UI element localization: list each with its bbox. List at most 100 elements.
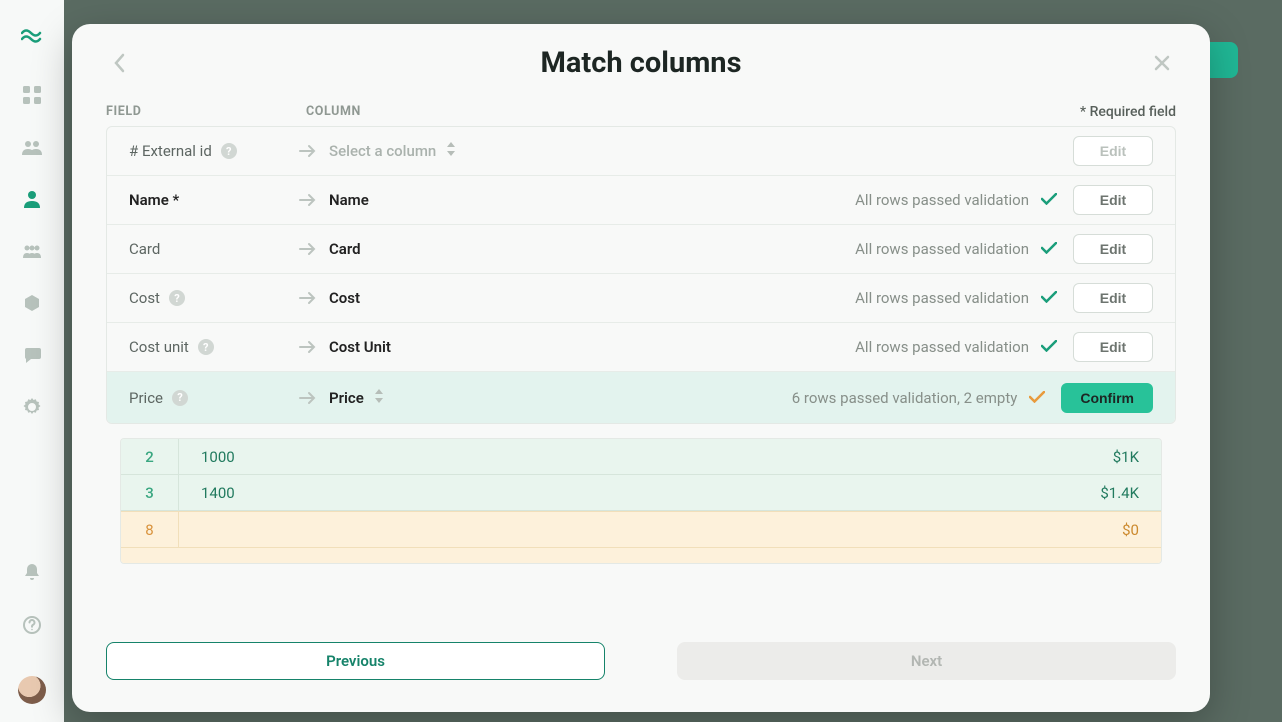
help-icon[interactable]: ? — [172, 390, 188, 406]
nav-dashboard-icon[interactable] — [21, 84, 43, 106]
edit-button[interactable]: Edit — [1073, 234, 1153, 264]
column-select[interactable]: Price — [329, 389, 629, 407]
edit-button[interactable]: Edit — [1073, 185, 1153, 215]
arrow-right-icon — [299, 391, 329, 405]
validation-status: All rows passed validation — [855, 289, 1057, 307]
help-icon[interactable]: ? — [169, 290, 185, 306]
column-select-text: Select a column — [329, 142, 436, 160]
mapping-row-external-id: # External id ? Select a column Edit — [107, 127, 1175, 176]
field-label-text: Card — [129, 240, 160, 258]
field-label-text: Price — [129, 389, 163, 407]
edit-button[interactable]: Edit — [1073, 332, 1153, 362]
edit-button[interactable]: Edit — [1073, 283, 1153, 313]
column-value-text: Card — [329, 240, 361, 258]
validation-text: All rows passed validation — [855, 338, 1029, 356]
check-icon — [1041, 338, 1057, 356]
arrow-right-icon — [299, 144, 329, 158]
arrow-right-icon — [299, 193, 329, 207]
nav-people-icon[interactable] — [21, 136, 43, 158]
validation-status: 6 rows passed validation, 2 empty — [792, 389, 1046, 407]
next-button[interactable]: Next — [677, 642, 1176, 680]
preview-row-formatted: $1K — [1071, 439, 1161, 474]
column-value: Card — [329, 240, 629, 258]
help-icon[interactable]: ? — [221, 143, 237, 159]
nav-chat-icon[interactable] — [21, 344, 43, 366]
app-logo-icon — [21, 28, 43, 48]
preview-row-formatted: $1.4K — [1071, 475, 1161, 510]
back-button[interactable] — [106, 49, 134, 77]
preview-row-number: 2 — [121, 439, 179, 474]
header-required-note: * Required field — [1080, 104, 1176, 120]
arrow-right-icon — [299, 242, 329, 256]
nav-settings-icon[interactable] — [21, 396, 43, 418]
nav-help-icon[interactable] — [21, 614, 43, 636]
preview-row: 3 1400 $1.4K — [121, 475, 1161, 511]
price-preview-table: 2 1000 $1K 3 1400 $1.4K 8 $0 — [120, 438, 1162, 564]
nav-notifications-icon[interactable] — [21, 562, 43, 584]
validation-text: 6 rows passed validation, 2 empty — [792, 389, 1018, 407]
confirm-button[interactable]: Confirm — [1061, 383, 1153, 413]
modal-title: Match columns — [541, 46, 742, 80]
field-label-text: Cost — [129, 289, 160, 307]
arrow-right-icon — [299, 340, 329, 354]
check-warn-icon — [1029, 389, 1045, 407]
validation-status: All rows passed validation — [855, 240, 1057, 258]
nav-user-icon[interactable] — [21, 188, 43, 210]
field-label: Card — [129, 240, 299, 258]
preview-row-number: 3 — [121, 475, 179, 510]
edit-button[interactable]: Edit — [1073, 136, 1153, 166]
arrow-right-icon — [299, 291, 329, 305]
field-label-text: Cost unit — [129, 338, 189, 356]
column-value-text: Cost — [329, 289, 360, 307]
mapping-row-cost-unit: Cost unit ? Cost Unit All rows passed va… — [107, 323, 1175, 372]
mapping-rows: # External id ? Select a column Edit Nam… — [106, 126, 1176, 424]
mapping-row-cost: Cost ? Cost All rows passed validation E… — [107, 274, 1175, 323]
field-label: Name * — [129, 191, 299, 209]
preview-row-value — [179, 512, 1071, 547]
preview-row-number: 8 — [121, 512, 179, 547]
app-sidebar — [0, 0, 64, 722]
check-icon — [1041, 191, 1057, 209]
modal-header: Match columns — [72, 24, 1210, 94]
preview-row-value: 1000 — [179, 439, 1071, 474]
field-label-text: # External id — [129, 142, 212, 160]
select-caret-icon — [446, 142, 456, 160]
previous-button[interactable]: Previous — [106, 642, 605, 680]
validation-text: All rows passed validation — [855, 240, 1029, 258]
check-icon — [1041, 240, 1057, 258]
validation-text: All rows passed validation — [855, 289, 1029, 307]
field-label: Price ? — [129, 389, 299, 407]
preview-row-value: 1400 — [179, 475, 1071, 510]
validation-status: All rows passed validation — [855, 338, 1057, 356]
validation-text: All rows passed validation — [855, 191, 1029, 209]
preview-row-empty-partial — [121, 547, 1161, 563]
column-value: Name — [329, 191, 629, 209]
field-label: # External id ? — [129, 142, 299, 160]
close-button[interactable] — [1148, 49, 1176, 77]
header-column: COLUMN — [306, 104, 606, 120]
modal-footer: Previous Next — [72, 642, 1210, 712]
column-value: Cost Unit — [329, 338, 629, 356]
column-select-text: Price — [329, 389, 364, 407]
match-columns-modal: Match columns FIELD COLUMN * Required fi… — [72, 24, 1210, 712]
preview-row-formatted: $0 — [1071, 512, 1161, 547]
mapping-row-name: Name * Name All rows passed validation E… — [107, 176, 1175, 225]
column-value-text: Name — [329, 191, 369, 209]
nav-team-icon[interactable] — [21, 240, 43, 262]
check-icon — [1041, 289, 1057, 307]
preview-row: 2 1000 $1K — [121, 439, 1161, 475]
preview-row-empty: 8 $0 — [121, 511, 1161, 547]
mapping-row-price: Price ? Price 6 rows passed validation, … — [107, 372, 1175, 423]
user-avatar[interactable] — [18, 676, 46, 704]
validation-status: All rows passed validation — [855, 191, 1057, 209]
column-select[interactable]: Select a column — [329, 142, 629, 160]
mapping-header-row: FIELD COLUMN * Required field — [72, 94, 1210, 126]
nav-module-icon[interactable] — [21, 292, 43, 314]
column-value: Cost — [329, 289, 629, 307]
header-field: FIELD — [106, 104, 306, 120]
help-icon[interactable]: ? — [198, 339, 214, 355]
field-label: Cost unit ? — [129, 338, 299, 356]
field-label: Cost ? — [129, 289, 299, 307]
field-label-text: Name * — [129, 191, 179, 209]
select-caret-icon — [374, 389, 384, 407]
